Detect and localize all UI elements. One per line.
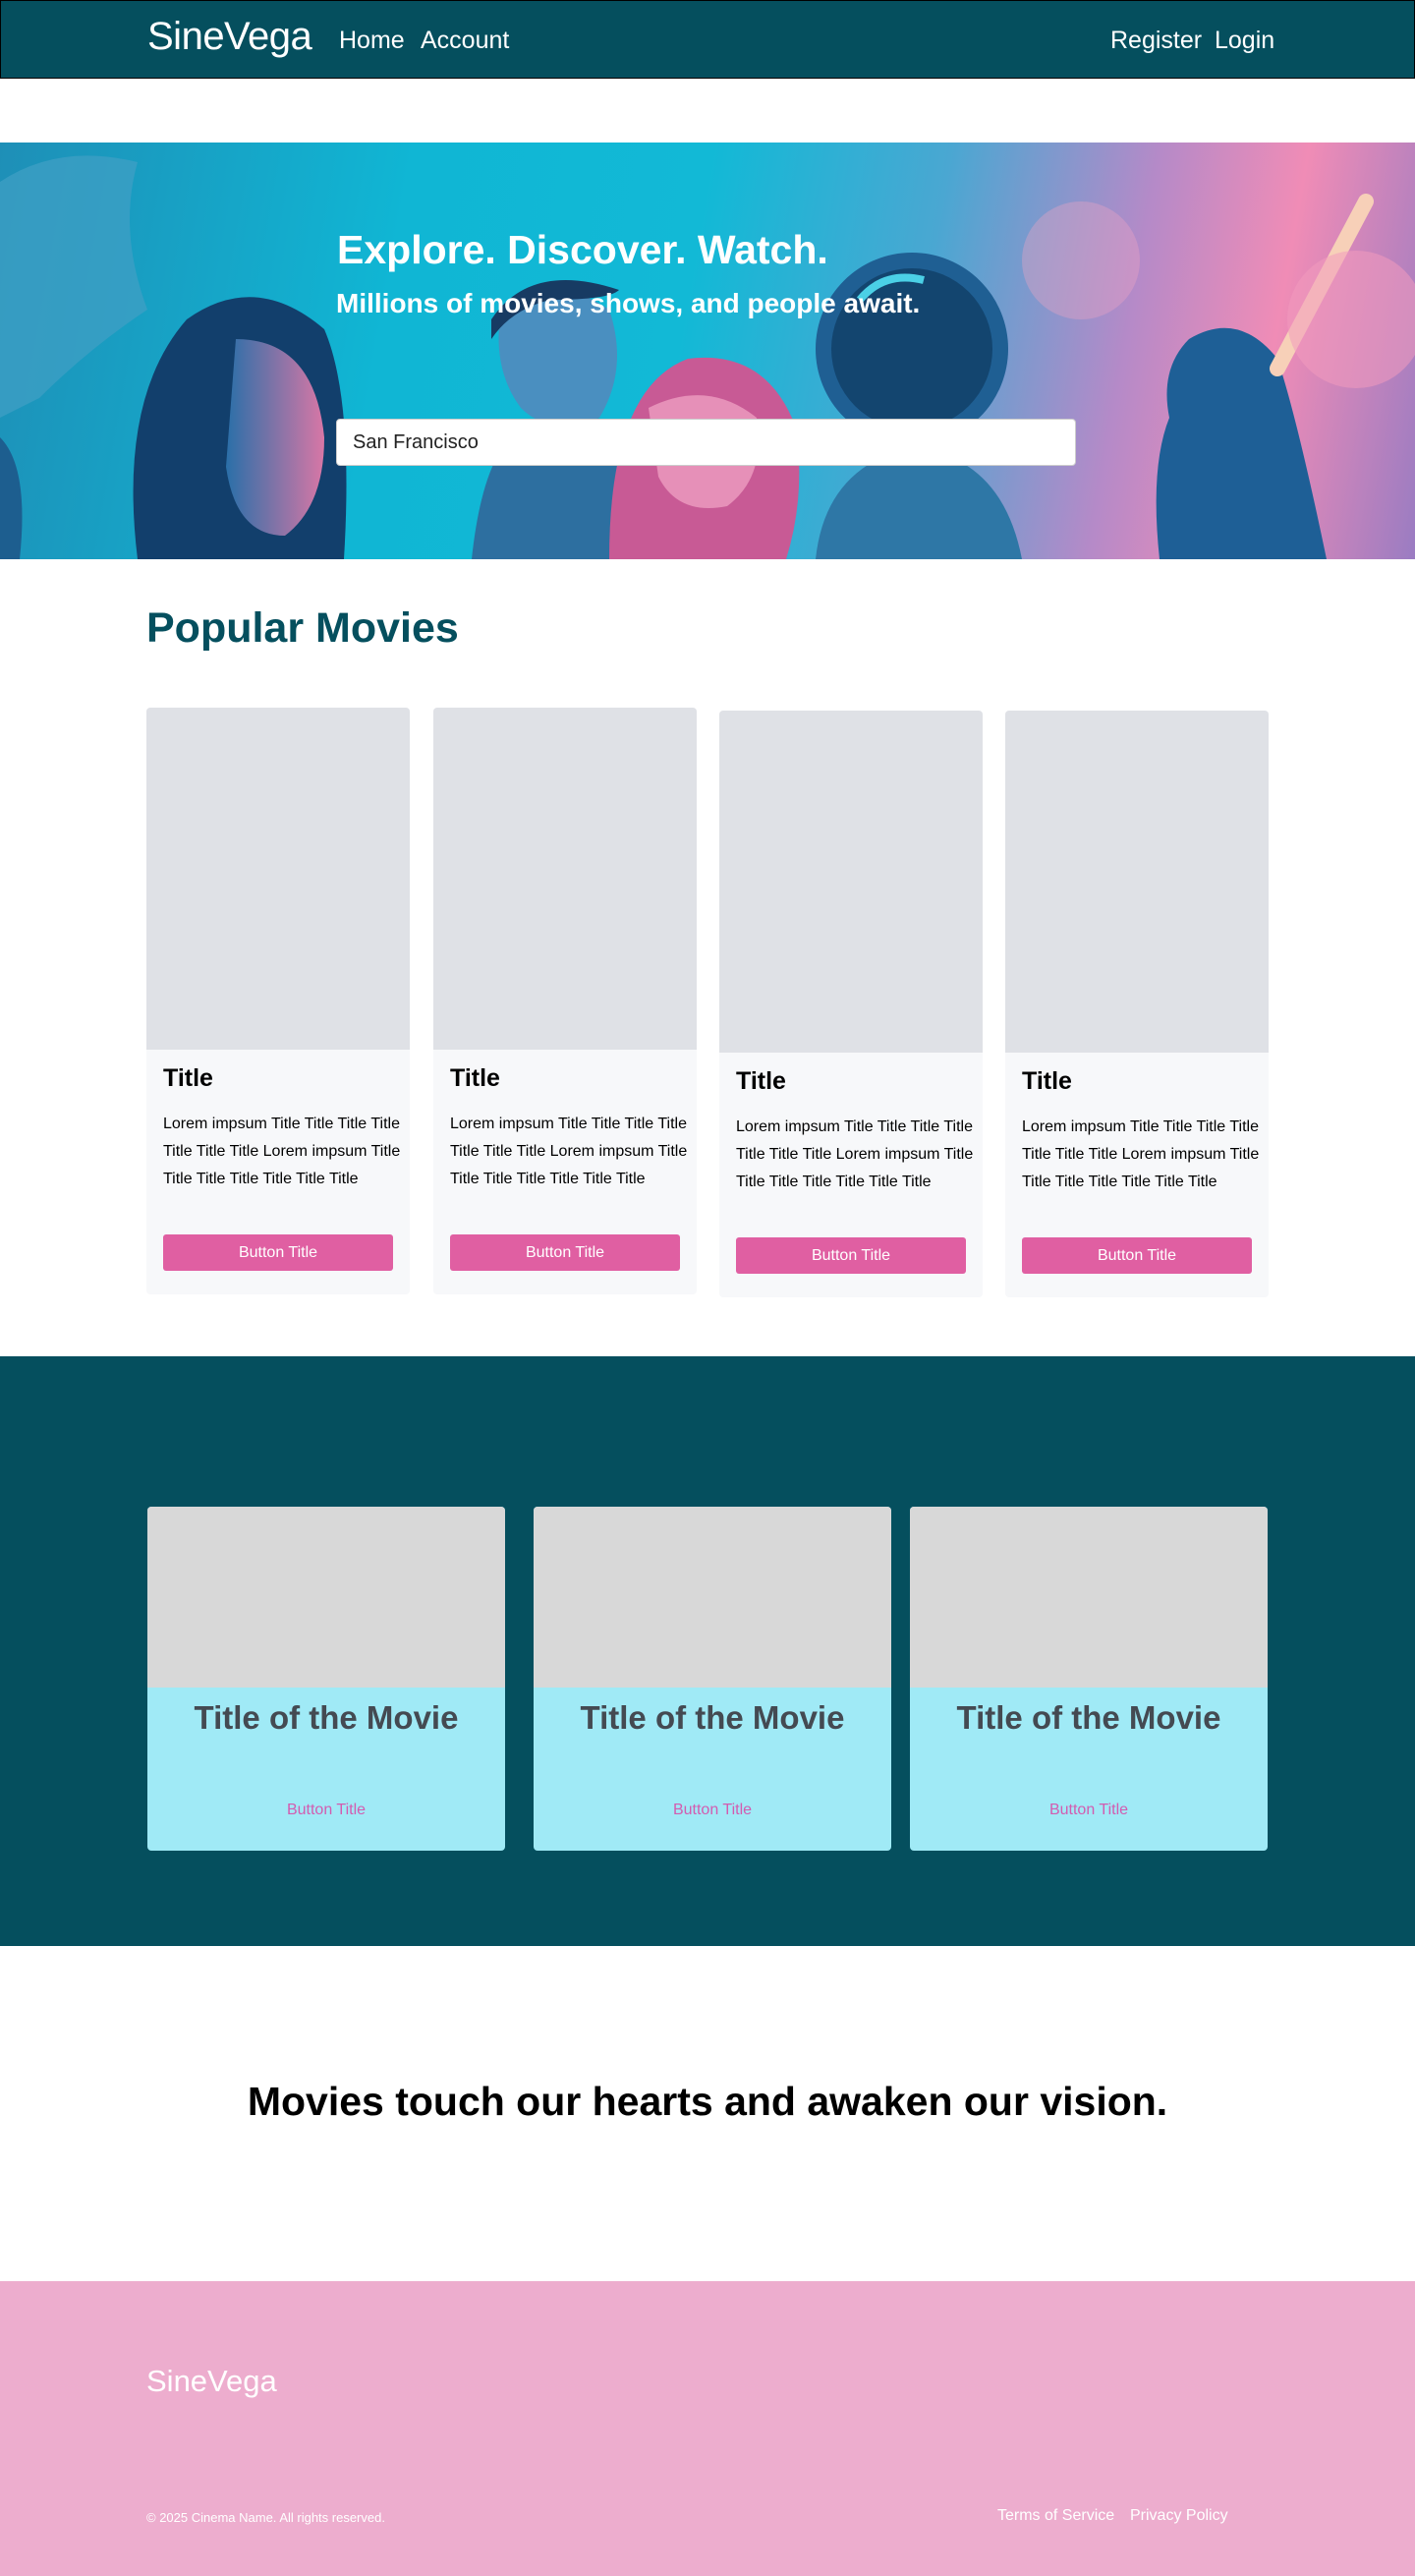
movie-title: Title — [450, 1064, 500, 1092]
popular-movies-heading: Popular Movies — [146, 604, 459, 652]
movie-title: Title — [163, 1064, 213, 1092]
footer-link-privacy[interactable]: Privacy Policy — [1130, 2507, 1228, 2525]
featured-movie-button[interactable]: Button Title — [910, 1802, 1268, 1819]
movie-description: Lorem impsum Title Title Title Title Tit… — [1022, 1118, 1260, 1190]
footer: SineVega © 2025 Cinema Name. All rights … — [0, 2281, 1415, 2576]
movie-description: Lorem impsum Title Title Title Title Tit… — [450, 1116, 688, 1187]
featured-movie-title: Title of the Movie — [580, 1699, 845, 1736]
featured-movie-button[interactable]: Button Title — [534, 1802, 891, 1819]
movie-card-button[interactable]: Button Title — [450, 1234, 680, 1271]
footer-brand-logo[interactable]: SineVega — [146, 2364, 277, 2399]
featured-movie-image — [147, 1507, 505, 1688]
top-navbar: SineVega Home Account Register Login — [0, 0, 1415, 79]
hero-title: Explore. Discover. Watch. — [337, 227, 828, 272]
nav-link-register[interactable]: Register — [1110, 27, 1202, 55]
featured-movie-image — [534, 1507, 891, 1688]
featured-movie-button[interactable]: Button Title — [147, 1802, 505, 1819]
movie-poster — [433, 708, 697, 1050]
featured-movie-image — [910, 1507, 1268, 1688]
movie-title: Title — [736, 1067, 786, 1095]
movie-card[interactable]: Title Lorem impsum Title Title Title Tit… — [1005, 711, 1269, 1297]
featured-movie-title: Title of the Movie — [956, 1699, 1221, 1736]
nav-link-login[interactable]: Login — [1215, 27, 1274, 55]
hero-illustration — [0, 155, 1415, 559]
brand-logo[interactable]: SineVega — [147, 15, 312, 59]
hero-banner: Explore. Discover. Watch. Millions of mo… — [0, 143, 1415, 559]
movie-poster — [719, 711, 983, 1053]
featured-movie-card[interactable]: Title of the Movie Button Title — [147, 1507, 505, 1851]
movie-card[interactable]: Title Lorem impsum Title Title Title Tit… — [146, 708, 410, 1294]
movie-poster — [146, 708, 410, 1050]
footer-link-terms[interactable]: Terms of Service — [997, 2507, 1114, 2525]
movie-card-button[interactable]: Button Title — [1022, 1237, 1252, 1274]
nav-link-home[interactable]: Home — [339, 27, 405, 55]
movie-description: Lorem impsum Title Title Title Title Tit… — [163, 1116, 401, 1187]
movie-card[interactable]: Title Lorem impsum Title Title Title Tit… — [719, 711, 983, 1297]
tagline-quote: Movies touch our hearts and awaken our v… — [247, 2079, 1168, 2124]
featured-movie-card[interactable]: Title of the Movie Button Title — [534, 1507, 891, 1851]
copyright-text: © 2025 Cinema Name. All rights reserved. — [146, 2510, 385, 2525]
movie-card-button[interactable]: Button Title — [163, 1234, 393, 1271]
movie-description: Lorem impsum Title Title Title Title Tit… — [736, 1118, 974, 1190]
page: SineVega Home Account Register Login Exp… — [0, 0, 1415, 2576]
movie-title: Title — [1022, 1067, 1072, 1095]
hero-subtitle: Millions of movies, shows, and people aw… — [336, 288, 921, 318]
nav-link-account[interactable]: Account — [421, 27, 509, 55]
search-input[interactable] — [336, 419, 1076, 466]
movie-poster — [1005, 711, 1269, 1053]
movie-card[interactable]: Title Lorem impsum Title Title Title Tit… — [433, 708, 697, 1294]
featured-section: Title of the Movie Button Title Title of… — [0, 1356, 1415, 1946]
movie-card-button[interactable]: Button Title — [736, 1237, 966, 1274]
featured-movie-card[interactable]: Title of the Movie Button Title — [910, 1507, 1268, 1851]
featured-movie-title: Title of the Movie — [194, 1699, 459, 1736]
